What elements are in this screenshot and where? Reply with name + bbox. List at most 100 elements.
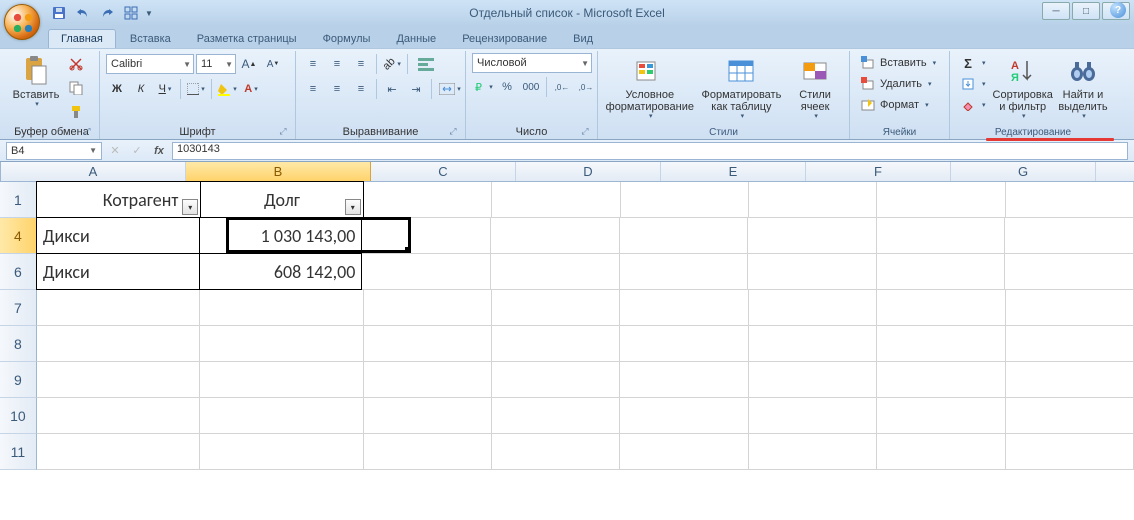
cell-E8[interactable] (620, 326, 748, 362)
tab-data[interactable]: Данные (384, 30, 448, 48)
borders-icon[interactable]: ▾ (185, 78, 207, 100)
cell-D11[interactable] (492, 434, 620, 470)
cell-H10[interactable] (1006, 398, 1134, 434)
cell-A8[interactable] (37, 326, 200, 362)
tab-insert[interactable]: Вставка (118, 30, 183, 48)
cell-F6[interactable] (748, 254, 877, 290)
tab-home[interactable]: Главная (48, 29, 116, 48)
cell-G6[interactable] (877, 254, 1006, 290)
cell-F4[interactable] (748, 218, 877, 254)
cell-F8[interactable] (749, 326, 877, 362)
filter-dropdown-icon[interactable]: ▾ (182, 199, 198, 215)
minimize-button[interactable]: ─ (1042, 2, 1070, 20)
align-left-icon[interactable]: ≡ (302, 78, 324, 100)
number-format-combo[interactable]: Числовой▼ (472, 53, 592, 73)
align-center-icon[interactable]: ≡ (326, 78, 348, 100)
cell-F1[interactable] (749, 182, 877, 218)
cell-D7[interactable] (492, 290, 620, 326)
cell-C10[interactable] (364, 398, 492, 434)
percent-format-icon[interactable]: % (496, 76, 518, 98)
conditional-formatting-button[interactable]: Условное форматирование▾ (604, 53, 696, 121)
clipboard-launcher-icon[interactable]: ⤢ (81, 126, 93, 138)
increase-font-icon[interactable]: A▲ (238, 53, 260, 75)
column-header-H[interactable]: H (1096, 162, 1134, 181)
font-name-combo[interactable]: Calibri▼ (106, 54, 194, 74)
tab-view[interactable]: Вид (561, 30, 605, 48)
cell-G4[interactable] (877, 218, 1006, 254)
increase-decimal-icon[interactable]: ,0← (551, 76, 573, 98)
cell-C6[interactable] (362, 254, 491, 290)
redo-icon[interactable] (96, 2, 118, 24)
wrap-text-icon[interactable] (412, 53, 440, 75)
clear-button[interactable]: ▾ (956, 95, 990, 115)
cell-B10[interactable] (200, 398, 363, 434)
office-button[interactable] (4, 4, 40, 40)
cell-H8[interactable] (1006, 326, 1134, 362)
number-launcher-icon[interactable]: ⤢ (579, 126, 591, 138)
delete-cells-button[interactable]: Удалить▾ (856, 74, 936, 94)
cancel-formula-icon[interactable]: ✕ (106, 142, 124, 160)
cell-B4[interactable]: 1 030 143,00 (199, 217, 363, 254)
cell-E4[interactable] (620, 218, 749, 254)
paste-button[interactable]: Вставить▾ (10, 53, 62, 121)
cell-D10[interactable] (492, 398, 620, 434)
font-launcher-icon[interactable]: ⤢ (277, 126, 289, 138)
decrease-font-icon[interactable]: A▼ (262, 53, 284, 75)
cell-E9[interactable] (620, 362, 748, 398)
column-header-A[interactable]: A (1, 162, 186, 181)
cell-B7[interactable] (200, 290, 363, 326)
copy-icon[interactable] (65, 77, 87, 99)
row-header[interactable]: 7 (0, 290, 37, 326)
cell-D4[interactable] (491, 218, 620, 254)
cell-A6[interactable]: Дикси (36, 253, 200, 290)
cell-styles-button[interactable]: Стили ячеек▾ (787, 53, 843, 121)
cell-C11[interactable] (364, 434, 492, 470)
row-header[interactable]: 11 (0, 434, 37, 470)
format-painter-icon[interactable] (65, 101, 87, 123)
format-cells-button[interactable]: Формат▾ (856, 95, 933, 115)
cell-B9[interactable] (200, 362, 363, 398)
filter-dropdown-icon[interactable]: ▾ (345, 199, 361, 215)
cut-icon[interactable] (65, 53, 87, 75)
bold-button[interactable]: Ж (106, 78, 128, 100)
cell-C7[interactable] (364, 290, 492, 326)
font-color-icon[interactable]: A▾ (240, 78, 262, 100)
cell-B1[interactable]: Долг▾ (200, 181, 363, 218)
cell-H7[interactable] (1006, 290, 1134, 326)
font-size-combo[interactable]: 11▼ (196, 54, 236, 74)
row-header[interactable]: 6 (0, 254, 37, 290)
cell-A9[interactable] (37, 362, 200, 398)
cell-G11[interactable] (877, 434, 1005, 470)
row-header[interactable]: 10 (0, 398, 37, 434)
cell-H11[interactable] (1006, 434, 1134, 470)
qat-grid-icon[interactable] (120, 2, 142, 24)
cell-D1[interactable] (492, 182, 620, 218)
cell-D6[interactable] (491, 254, 620, 290)
fill-button[interactable]: ▾ (956, 74, 990, 94)
insert-cells-button[interactable]: Вставить▾ (856, 53, 940, 73)
column-header-E[interactable]: E (661, 162, 806, 181)
cell-F11[interactable] (749, 434, 877, 470)
align-bottom-icon[interactable]: ≡ (350, 53, 372, 75)
name-box[interactable]: B4▼ (6, 142, 102, 160)
align-middle-icon[interactable]: ≡ (326, 53, 348, 75)
cell-A10[interactable] (37, 398, 200, 434)
cell-G8[interactable] (877, 326, 1005, 362)
cell-G9[interactable] (877, 362, 1005, 398)
comma-format-icon[interactable]: 000 (520, 76, 542, 98)
select-all-corner[interactable] (0, 162, 1, 181)
cell-C8[interactable] (364, 326, 492, 362)
cell-C4[interactable] (362, 218, 491, 254)
tab-page-layout[interactable]: Разметка страницы (185, 30, 309, 48)
cell-B11[interactable] (200, 434, 363, 470)
column-header-C[interactable]: C (371, 162, 516, 181)
cell-F9[interactable] (749, 362, 877, 398)
cell-F7[interactable] (749, 290, 877, 326)
tab-review[interactable]: Рецензирование (450, 30, 559, 48)
autosum-button[interactable]: Σ▾ (956, 53, 990, 73)
underline-button[interactable]: Ч▾ (154, 78, 176, 100)
cell-H9[interactable] (1006, 362, 1134, 398)
formula-input[interactable]: 1030143 (172, 142, 1128, 160)
row-header[interactable]: 1 (0, 182, 37, 218)
insert-function-icon[interactable]: fx (150, 142, 168, 160)
